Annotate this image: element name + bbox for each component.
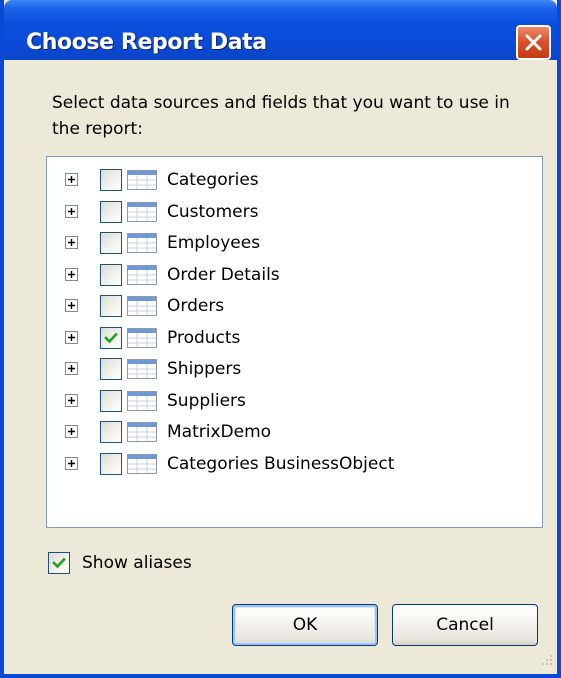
check-mark-icon (104, 332, 118, 343)
expand-button[interactable] (65, 267, 78, 281)
expand-button[interactable] (65, 173, 78, 186)
table-icon (127, 390, 157, 411)
expand-button[interactable] (65, 425, 78, 438)
instructions-text: Select data sources and fields that you … (52, 93, 510, 139)
show-aliases-checkbox[interactable] (48, 552, 70, 574)
expand-button[interactable] (65, 393, 78, 407)
tree-item-checkbox[interactable] (100, 200, 122, 223)
expand-button[interactable] (65, 330, 78, 344)
tree-item[interactable]: Products (65, 323, 535, 355)
tree-item-checkbox[interactable] (100, 263, 122, 286)
plus-icon (68, 239, 75, 246)
plus-icon (68, 396, 75, 404)
tree-item-checkbox[interactable] (100, 295, 122, 317)
plus-icon (68, 333, 75, 341)
plus-icon (68, 365, 75, 372)
tree-item[interactable]: Shippers (65, 354, 535, 386)
table-icon (127, 453, 157, 474)
tree-list: Categories Customers Employees Order Detail… (65, 165, 535, 480)
table-icon (127, 296, 157, 316)
close-icon (525, 34, 542, 51)
tree-item-checkbox[interactable] (100, 232, 122, 254)
tree-item-label: Suppliers (167, 390, 246, 411)
resize-grip-icon[interactable] (539, 652, 553, 666)
table-icon (127, 264, 157, 285)
expand-button[interactable] (65, 299, 78, 312)
tree-item-checkbox[interactable] (100, 389, 122, 412)
tree-item-checkbox[interactable] (100, 169, 122, 191)
table-icon (127, 359, 157, 379)
table-icon (127, 327, 157, 348)
ok-button[interactable]: OK (232, 604, 378, 646)
plus-icon (68, 428, 75, 435)
tree-item-label: Categories BusinessObject (167, 453, 395, 474)
title-bar[interactable]: Choose Report Data (4, 0, 557, 60)
tree-item[interactable]: MatrixDemo (65, 417, 535, 449)
tree-item[interactable]: Categories BusinessObject (65, 449, 535, 481)
tree-item[interactable]: Order Details (65, 260, 535, 292)
tree-item-checkbox[interactable] (100, 326, 122, 349)
plus-icon (68, 207, 75, 215)
tree-item-label: Employees (167, 233, 261, 253)
tree-item-label: Categories (167, 170, 259, 190)
choose-report-data-dialog: Choose Report Data Select data sources a… (0, 0, 561, 678)
plus-icon (68, 176, 75, 183)
dialog-title: Choose Report Data (26, 30, 267, 55)
expand-button[interactable] (65, 362, 78, 375)
tree-item[interactable]: Categories (65, 165, 535, 197)
tree-item-checkbox[interactable] (100, 358, 122, 380)
tree-item-checkbox[interactable] (100, 452, 122, 475)
check-mark-icon (52, 557, 66, 569)
close-button[interactable] (516, 25, 551, 60)
tree-item-label: Shippers (167, 359, 242, 379)
tree-item-label: Order Details (167, 264, 280, 285)
show-aliases-label[interactable]: Show aliases (82, 552, 192, 574)
table-icon (127, 233, 157, 253)
expand-button[interactable] (65, 204, 78, 218)
tree-item-label: MatrixDemo (167, 422, 272, 442)
table-icon (127, 170, 157, 190)
tree-item-label: Orders (167, 296, 225, 316)
plus-icon (68, 302, 75, 309)
table-icon (127, 422, 157, 442)
tree-item[interactable]: Suppliers (65, 386, 535, 418)
plus-icon (68, 459, 75, 467)
table-icon (127, 201, 157, 222)
expand-button[interactable] (65, 456, 78, 470)
tree-item[interactable]: Orders (65, 291, 535, 323)
tree-item-label: Products (167, 327, 241, 348)
tree-item[interactable]: Customers (65, 197, 535, 229)
expand-button[interactable] (65, 236, 78, 249)
cancel-button[interactable]: Cancel (392, 604, 538, 646)
plus-icon (68, 270, 75, 278)
data-source-tree[interactable]: Categories Customers Employees Order Detail… (46, 156, 543, 528)
tree-item-label: Customers (167, 201, 259, 222)
tree-item-checkbox[interactable] (100, 421, 122, 443)
tree-item[interactable]: Employees (65, 228, 535, 260)
